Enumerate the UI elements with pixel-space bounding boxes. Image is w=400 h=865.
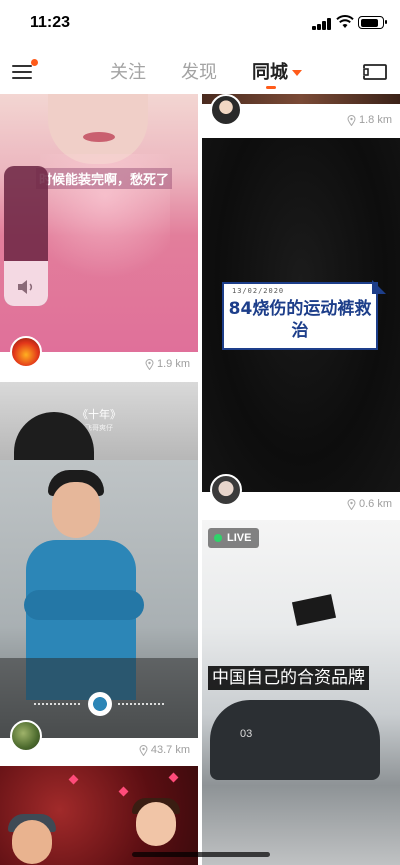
thumbnail-person-face (136, 802, 176, 846)
poster-date: 13/02/2020 (232, 287, 285, 295)
lyrics-header: 《十年》 飞哥爽仔 (0, 382, 198, 460)
card-meta: 1.9 km (0, 352, 198, 380)
location-pin-icon (145, 358, 154, 370)
distance-text: 1.8 km (358, 114, 392, 126)
heart-icon (68, 774, 79, 785)
video-card[interactable] (0, 766, 198, 865)
car-badge-text: 03 (240, 728, 253, 740)
location-pin-icon (347, 114, 356, 126)
thumbnail-sign (291, 594, 337, 626)
song-artist: 飞哥爽仔 (85, 424, 113, 432)
notification-dot (31, 59, 38, 66)
speaker-icon (18, 280, 33, 294)
video-thumbnail: 《十年》 飞哥爽仔 (0, 382, 198, 738)
heart-icon (118, 786, 129, 797)
card-meta: 1.8 km (202, 108, 400, 136)
tab-nearby-label: 同城 (252, 62, 288, 83)
tab-discover[interactable]: 发现 (181, 58, 217, 84)
video-feed-grid: 时候能装完啊，愁死了 1.9 km 《十年》 飞哥爽仔 43.7 km 1.8 … (0, 94, 400, 865)
live-label: LIVE (227, 532, 252, 544)
divider-dots (34, 703, 80, 705)
live-caption: 中国自己的合资品牌 (208, 663, 378, 694)
divider-dots (118, 703, 164, 705)
active-tab-indicator (266, 86, 276, 89)
cast-screen-icon[interactable] (362, 62, 388, 82)
chevron-down-icon (292, 70, 302, 76)
news-poster: 13/02/2020 84烧伤的运动裤救治 (222, 280, 386, 350)
video-thumbnail: 13/02/2020 84烧伤的运动裤救治 (202, 138, 400, 492)
distance-text: 1.9 km (156, 358, 190, 370)
home-indicator[interactable] (132, 852, 270, 857)
video-thumbnail: 03 LIVE 中国自己的合资品牌 (202, 520, 400, 865)
tab-nearby[interactable]: 同城 (252, 58, 302, 84)
wifi-icon (336, 15, 354, 28)
card-meta: 43.7 km (0, 738, 198, 766)
poster-headline: 84烧伤的运动裤救治 (228, 299, 372, 341)
distance-label: 1.8 km (347, 114, 392, 126)
thumbnail-car (210, 700, 380, 780)
thumbnail-person-arms (24, 590, 144, 620)
tab-follow[interactable]: 关注 (110, 58, 146, 84)
location-pin-icon (139, 744, 148, 756)
cellular-signal-icon (312, 18, 332, 30)
live-dot-icon (214, 534, 222, 542)
video-thumbnail (0, 766, 198, 865)
distance-text: 0.6 km (358, 498, 392, 510)
thumbnail-lips (83, 132, 115, 142)
heart-icon (168, 772, 179, 783)
distance-label: 43.7 km (139, 744, 190, 756)
thumbnail-person-head (52, 482, 100, 538)
status-bar: 11:23 (0, 0, 400, 48)
battery-icon (358, 16, 387, 29)
live-caption-text: 中国自己的合资品牌 (208, 666, 369, 690)
distance-text: 43.7 km (150, 744, 190, 756)
song-title: 《十年》 (77, 408, 121, 421)
poster-corner (372, 280, 386, 294)
video-card[interactable]: 1.8 km (202, 94, 400, 138)
menu-icon[interactable] (12, 59, 38, 82)
status-time: 11:23 (30, 14, 71, 31)
video-card[interactable]: 13/02/2020 84烧伤的运动裤救治 0.6 km (202, 138, 400, 520)
video-card[interactable]: 《十年》 飞哥爽仔 43.7 km (0, 382, 198, 766)
video-subtitle: 时候能装完啊，愁死了 (36, 168, 173, 189)
volume-slider[interactable] (4, 166, 48, 306)
distance-label: 0.6 km (347, 498, 392, 510)
card-meta: 0.6 km (202, 492, 400, 520)
music-avatar (88, 692, 112, 716)
location-pin-icon (347, 498, 356, 510)
live-stream-card[interactable]: 03 LIVE 中国自己的合资品牌 (202, 520, 400, 865)
thumbnail-person-face (12, 820, 52, 864)
distance-label: 1.9 km (145, 358, 190, 370)
top-nav-bar: 关注 发现 同城 (0, 48, 400, 94)
live-badge: LIVE (208, 528, 260, 548)
